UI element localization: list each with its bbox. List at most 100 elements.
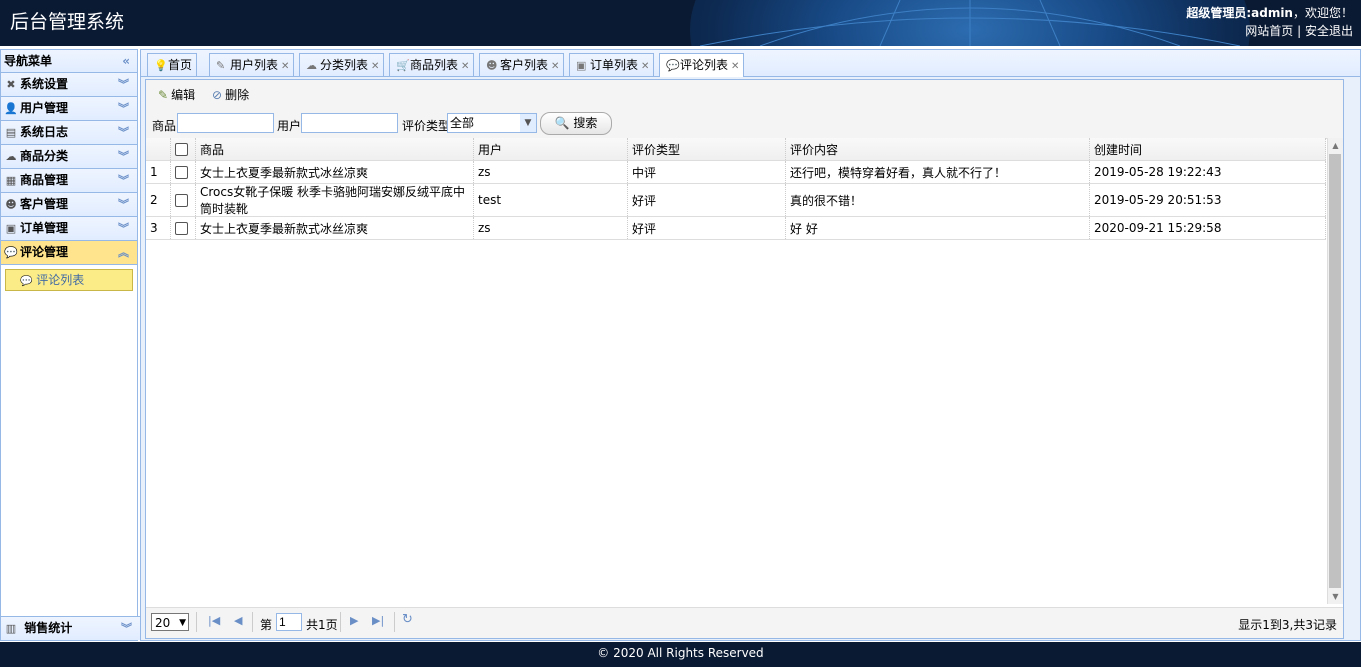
tab-icon: ✎ xyxy=(216,59,226,72)
sidebar-item-7[interactable]: 💬 评论管理 ︽ xyxy=(1,241,137,265)
table-row[interactable]: 3 女士上衣夏季最新款式冰丝凉爽 zs 好评好 好 2020-09-21 15:29:5… xyxy=(146,217,1326,240)
tab-2[interactable]: ☁ 分类列表 ✕ xyxy=(299,53,385,76)
chart-icon: ▥ xyxy=(5,622,17,635)
chevron-down-icon: ▼ xyxy=(520,114,536,132)
search-button[interactable]: 🔍 搜索 xyxy=(540,112,612,135)
close-tab-icon[interactable]: ✕ xyxy=(551,61,559,72)
link-separator: | xyxy=(1297,24,1302,38)
tab-label: 客户列表 xyxy=(500,58,549,72)
sidebar-item-0[interactable]: ✖ 系统设置 ︾ xyxy=(1,73,137,97)
sidebar-item-sales-stats[interactable]: ▥ 销售统计 ︾ xyxy=(1,616,140,640)
page-prefix: 第 xyxy=(260,618,273,632)
logout-link[interactable]: 安全退出 xyxy=(1305,24,1353,38)
close-tab-icon[interactable]: ✕ xyxy=(371,61,379,72)
next-page-icon[interactable]: ▶ xyxy=(350,614,358,627)
cell-content: 还行吧，模特穿着好看，真人就不行了！ xyxy=(786,161,1090,183)
sidebar-item-2[interactable]: ▤ 系统日志 ︾ xyxy=(1,121,137,145)
order-icon: ▣ xyxy=(5,222,17,235)
type-select[interactable]: 全部 ▼ xyxy=(447,113,537,133)
tab-1[interactable]: ✎ 用户列表 ✕ xyxy=(209,53,295,76)
pager-separator xyxy=(340,612,341,632)
tab-5[interactable]: ▣ 订单列表 ✕ xyxy=(569,53,655,76)
cell-type: 好评 xyxy=(628,184,786,216)
tab-bar: 💡首页 ✎ 用户列表 ✕ ☁ 分类列表 ✕ 🛒商品列表 ✕ ☻ 客户列表 ✕ ▣ 订单列表 ✕ 💬评论列表 ✕ xyxy=(141,50,1360,77)
scroll-up-icon[interactable]: ▲ xyxy=(1328,138,1343,153)
log-icon: ▤ xyxy=(5,126,17,139)
tab-label: 首页 xyxy=(168,58,193,72)
tab-icon: ☁ xyxy=(306,59,317,72)
tab-0[interactable]: 💡首页 xyxy=(147,53,198,76)
product-label: 商品: xyxy=(152,119,181,133)
tab-4[interactable]: ☻ 客户列表 ✕ xyxy=(479,53,565,76)
pager-separator xyxy=(252,612,253,632)
welcome-user: 超级管理员:admin xyxy=(1186,6,1293,20)
sidebar-item-label: 客户管理 xyxy=(20,197,69,211)
sidebar-item-label: 评论管理 xyxy=(20,245,69,259)
search-bar: 商品: 用户: 评价类型: 全部 ▼ 🔍 搜索 xyxy=(146,110,1343,139)
sidebar-item-label: 系统日志 xyxy=(20,125,69,139)
scroll-thumb[interactable] xyxy=(1329,154,1341,588)
app-header: 后台管理系统 超级管理员:admin，欢迎您！ 网站首页 | 安全退出 xyxy=(0,0,1361,46)
scroll-down-icon[interactable]: ▼ xyxy=(1328,589,1343,604)
footer: © 2020 All Rights Reserved xyxy=(0,642,1361,667)
sidebar-item-1[interactable]: 👤 用户管理 ︾ xyxy=(1,97,137,121)
column-header[interactable]: 商品 xyxy=(196,138,474,160)
tab-3[interactable]: 🛒商品列表 ✕ xyxy=(389,53,475,76)
column-header[interactable]: 评价类型 xyxy=(628,138,786,160)
header-globe-lines xyxy=(700,0,1240,46)
row-checkbox[interactable] xyxy=(175,221,188,235)
table-row[interactable]: 1 女士上衣夏季最新款式冰丝凉爽 zs 中评 还行吧，模特穿着好看，真人就不行了！ 201… xyxy=(146,161,1326,184)
close-tab-icon[interactable]: ✕ xyxy=(281,61,289,72)
search-button-label: 搜索 xyxy=(573,116,598,130)
column-header[interactable]: 评价内容 xyxy=(786,138,1090,160)
page-number-input[interactable] xyxy=(276,613,302,631)
grid-scrollbar[interactable]: ▲ ▼ xyxy=(1327,138,1343,604)
comment-icon: 💬 xyxy=(20,276,33,287)
table-row[interactable]: 2 Crocs女靴子保暖 秋季卡骆驰阿瑞安娜反绒平底中筒时装靴 test 好评 真的很不… xyxy=(146,184,1326,217)
cell-time: 2019-05-28 19:22:43 xyxy=(1090,161,1326,183)
collapse-sidebar-icon[interactable]: « xyxy=(122,50,130,72)
edit-button[interactable]: ✎ 编辑 xyxy=(158,86,195,104)
tab-icon: 🛒 xyxy=(396,59,410,72)
row-number: 3 xyxy=(146,217,171,239)
close-tab-icon[interactable]: ✕ xyxy=(461,61,469,72)
column-header[interactable]: 用户 xyxy=(474,138,628,160)
tab-icon: ☻ xyxy=(486,59,498,72)
sidebar: 导航菜单 « ✖ 系统设置 ︾ 👤 用户管理 ︾ ▤ 系统日志 ︾ ☁ 商品分类 ︾ ▦ 商品管理 ︾ ☻ 客户… xyxy=(0,49,140,641)
welcome-area: 超级管理员:admin，欢迎您！ 网站首页 | 安全退出 xyxy=(1186,4,1353,40)
row-checkbox[interactable] xyxy=(175,165,188,179)
product-search-input[interactable] xyxy=(177,113,274,133)
row-checkbox[interactable] xyxy=(175,193,188,207)
delete-button[interactable]: ⊘ 删除 xyxy=(212,86,249,104)
chevron-up-icon: ︽ xyxy=(118,246,129,259)
sidebar-item-4[interactable]: ▦ 商品管理 ︾ xyxy=(1,169,137,193)
user-search-input[interactable] xyxy=(301,113,398,133)
sidebar-title: 导航菜单 xyxy=(4,54,53,68)
column-header[interactable]: 创建时间 xyxy=(1090,138,1326,160)
tab-label: 商品列表 xyxy=(410,58,459,72)
tab-label: 分类列表 xyxy=(320,58,369,72)
tab-icon: 💡 xyxy=(154,59,168,72)
cell-time: 2019-05-29 20:51:53 xyxy=(1090,184,1326,216)
last-page-icon[interactable]: ▶| xyxy=(372,614,384,627)
page-size-select[interactable]: 20 ▼ xyxy=(151,613,189,631)
sidebar-item-6[interactable]: ▣ 订单管理 ︾ xyxy=(1,217,137,241)
close-tab-icon[interactable]: ✕ xyxy=(641,61,649,72)
sidebar-item-3[interactable]: ☁ 商品分类 ︾ xyxy=(1,145,137,169)
row-checkbox-cell xyxy=(171,184,196,216)
chevron-down-icon: ︾ xyxy=(118,78,129,91)
delete-label: 删除 xyxy=(225,88,250,102)
row-number: 2 xyxy=(146,184,171,216)
chevron-down-icon: ︾ xyxy=(121,622,132,635)
tab-6[interactable]: 💬评论列表 ✕ xyxy=(659,53,745,77)
sidebar-item-5[interactable]: ☻ 客户管理 ︾ xyxy=(1,193,137,217)
refresh-icon[interactable]: ↻ xyxy=(402,612,413,627)
sidebar-subitem-comment-list[interactable]: 💬 评论列表 xyxy=(5,269,133,291)
first-page-icon[interactable]: |◀ xyxy=(208,614,220,627)
close-tab-icon[interactable]: ✕ xyxy=(731,61,739,72)
comment-list-panel: ✎ 编辑 ⊘ 删除 商品: 用户: 评价类型: 全部 ▼ 🔍 搜索 商品 用户 评价类型… xyxy=(145,79,1344,639)
chevron-down-icon: ︾ xyxy=(118,126,129,139)
prev-page-icon[interactable]: ◀ xyxy=(234,614,242,627)
home-link[interactable]: 网站首页 xyxy=(1245,24,1293,38)
select-all-checkbox[interactable] xyxy=(175,142,188,156)
